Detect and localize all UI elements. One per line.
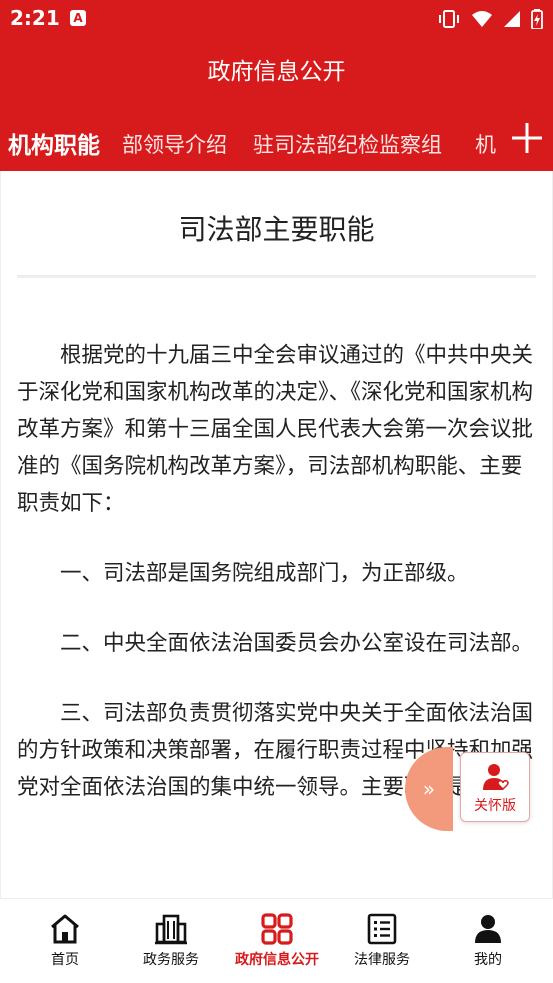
article-paragraph: 一、司法部是国务院组成部门，为正部级。 [60, 561, 469, 586]
wifi-icon [472, 11, 492, 27]
tab-institution-functions[interactable]: 机构职能 [8, 126, 100, 160]
nav-government-services[interactable]: 政务服务 [116, 899, 226, 983]
signal-icon [504, 11, 520, 27]
tab-discipline-inspection[interactable]: 驻司法部纪检监察组 [253, 129, 442, 159]
status-icons [437, 8, 543, 30]
nav-government-info[interactable]: 政府信息公开 [222, 899, 332, 983]
status-bar: 2:21 A [0, 0, 553, 38]
tab-ministry-leaders[interactable]: 部领导介绍 [122, 129, 227, 159]
nav-label: 我的 [474, 952, 502, 968]
add-tab-icon[interactable] [509, 120, 545, 156]
nav-label: 法律服务 [354, 952, 410, 968]
status-time: 2:21 [10, 6, 60, 30]
vibrate-icon [439, 10, 459, 28]
battery-icon [531, 9, 543, 29]
bottom-navigation: 首页 政务服务 政府信息公开 法律服务 我的 [0, 898, 553, 983]
article-body: 根据党的十九届三中全会审议通过的《中共中央关于深化党和国家机构改革的决定》、《深… [17, 337, 535, 839]
nav-label: 首页 [51, 952, 79, 968]
category-tabs: 机构职能 部领导介绍 驻司法部纪检监察组 机 [0, 122, 505, 162]
care-mode-button[interactable]: 关怀版 [460, 752, 530, 822]
page-title: 政府信息公开 [207, 59, 346, 85]
nav-label: 政府信息公开 [235, 952, 319, 968]
tab-truncated[interactable]: 机 [475, 129, 496, 159]
title-divider [17, 275, 536, 278]
care-mode-label: 关怀版 [474, 798, 516, 814]
nav-mine[interactable]: 我的 [433, 899, 543, 983]
article-paragraph: 根据党的十九届三中全会审议通过的《中共中央关于深化党和国家机构改革的决定》、《深… [17, 343, 534, 516]
home-icon [51, 914, 79, 944]
nav-legal-services[interactable]: 法律服务 [327, 899, 437, 983]
nav-home[interactable]: 首页 [10, 899, 120, 983]
grid-icon [261, 913, 293, 945]
user-icon [475, 915, 501, 943]
notification-badge-icon: A [70, 10, 86, 26]
top-header: 2:21 A 政府信息公开 机构职能 部领导介绍 驻司法部纪检监察组 机 [0, 0, 553, 171]
article-paragraph: 二、中央全面依法治国委员会办公室设在司法部。 [60, 631, 534, 656]
article-paragraph: 三、司法部负责贯彻落实党中央关于全面依法治国的方针政策和决策部署，在履行职责过程… [17, 701, 534, 800]
article-title: 司法部主要职能 [178, 213, 375, 246]
care-user-icon [483, 764, 509, 791]
building-icon [155, 914, 187, 945]
list-document-icon [367, 913, 397, 945]
nav-label: 政务服务 [143, 952, 199, 968]
